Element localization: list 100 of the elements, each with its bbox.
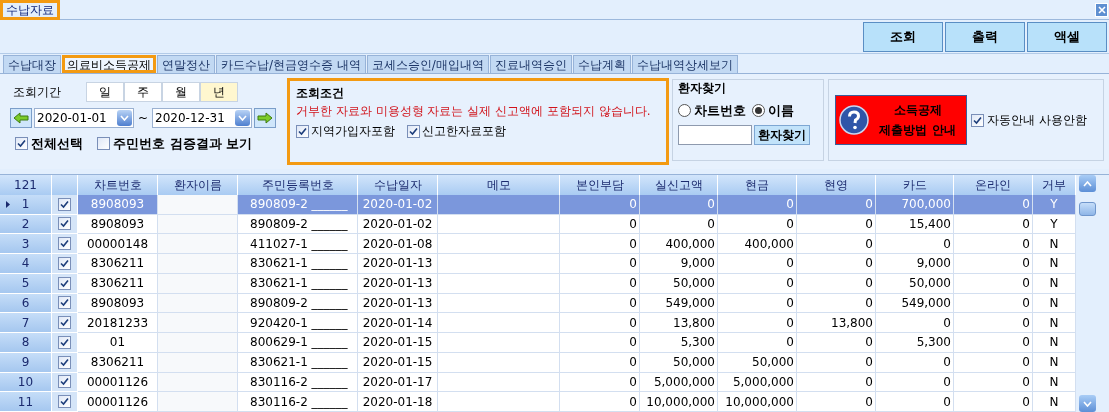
table-cell: 0	[560, 214, 640, 235]
search-button[interactable]: 환자찾기	[754, 124, 810, 145]
checkbox[interactable]	[58, 197, 71, 211]
notice-text: 거부한 자료와 미용성형 자료는 실제 신고액에 포함되지 않습니다.	[296, 103, 652, 120]
column-header[interactable]: 카드	[876, 175, 954, 195]
table-cell: 9,000	[640, 254, 718, 274]
table-cell: 0	[560, 293, 640, 314]
column-header[interactable]: 거부	[1033, 175, 1076, 195]
table-cell: 549,000	[876, 293, 954, 314]
tab[interactable]: 수납내역상세보기	[631, 55, 738, 73]
period-button[interactable]: 주	[124, 82, 162, 102]
row-number: 4	[0, 254, 52, 274]
scroll-thumb[interactable]	[1078, 201, 1096, 216]
close-button[interactable]	[1095, 2, 1108, 17]
previous-button[interactable]	[10, 108, 32, 128]
radio-button[interactable]	[678, 104, 691, 118]
tab[interactable]: 진료내역승인	[489, 55, 572, 73]
column-header[interactable]: 현영	[797, 175, 876, 195]
check-label: 자동안내 사용안함	[987, 112, 1087, 129]
table-row[interactable]: 4 8306211 830621-1 ______ 2020-01-13 0 9,000 0 0 9,000 0 N	[0, 254, 1076, 274]
column-header[interactable]: 차트번호	[78, 175, 158, 195]
table-row[interactable]: 3 00000148 411027-1 ______ 2020-01-08 0 400,000 400,000 0 0 0 N	[0, 234, 1076, 254]
table-row[interactable]: 5 8306211 830621-1 ______ 2020-01-13 0 50,000 0 0 50,000 0 N	[0, 273, 1076, 294]
table-cell: 0	[954, 372, 1033, 393]
table-cell: 50,000	[640, 273, 718, 294]
table-row[interactable]: 2 8908093 890809-2 ______ 2020-01-02 0 0 0 0 15,400 0 Y	[0, 214, 1076, 235]
guide-button[interactable]: 소득공제 제출방법 안내	[835, 95, 967, 145]
tab[interactable]: 카드수납/현금영수증 내역	[216, 55, 366, 73]
scrollbar[interactable]	[1077, 175, 1097, 412]
table-cell: 2020-01-14	[358, 313, 438, 333]
table-cell: 50,000	[718, 352, 797, 373]
checkbox[interactable]	[15, 137, 28, 151]
date-field[interactable]: 2020-12-31	[152, 108, 253, 128]
table-row[interactable]: 8 01 800629-1 ______ 2020-01-15 0 5,300 0 0 5,300 0 N	[0, 333, 1076, 353]
column-header[interactable]: 메모	[438, 175, 560, 195]
checkbox[interactable]	[58, 256, 71, 270]
guide-text: 제출방법 안내	[879, 122, 956, 139]
table-row[interactable]: 1 8908093 890809-2 ______ 2020-01-02 0 0 0 0 700,000 0 Y	[0, 194, 1076, 215]
help-icon	[839, 105, 869, 135]
next-button[interactable]	[254, 108, 277, 128]
tab[interactable]: 코세스승인/매입내역	[366, 55, 489, 73]
tab[interactable]: 수납대장	[3, 55, 61, 73]
column-header[interactable]: 환자이름	[158, 175, 238, 195]
toolbar-button[interactable]: 액셀	[1027, 21, 1107, 52]
period-button[interactable]: 년	[200, 82, 238, 102]
checkbox[interactable]	[58, 316, 71, 330]
row-number: 3	[0, 234, 52, 254]
column-header[interactable]: 온라인	[954, 175, 1033, 195]
search-field[interactable]	[678, 124, 752, 145]
checkbox[interactable]	[58, 355, 71, 369]
table-row[interactable]: 11 00001126 830116-2 ______ 2020-01-18 0 10,000,000 10,000,000 0 0 0 N	[0, 392, 1076, 412]
table-cell: 700,000	[876, 194, 954, 215]
group-title: 조회조건	[296, 85, 345, 102]
tab[interactable]: 연말정산	[157, 55, 215, 73]
checkbox[interactable]	[58, 296, 71, 310]
table-cell: N	[1033, 333, 1076, 353]
checkbox[interactable]	[58, 395, 71, 409]
column-header[interactable]: 본인부담	[560, 175, 640, 195]
date-field[interactable]: 2020-01-01	[34, 108, 134, 128]
toolbar-button[interactable]: 조회	[863, 21, 943, 52]
table-row[interactable]: 7 20181233 920420-1 ______ 2020-01-14 0 13,800 0 13,800 0 0 N	[0, 313, 1076, 333]
period-button[interactable]: 월	[162, 82, 200, 102]
toolbar-button[interactable]: 출력	[945, 21, 1025, 52]
table-cell: 20181233	[78, 313, 158, 333]
table-cell: 0	[797, 234, 876, 254]
checkbox[interactable]	[971, 113, 984, 127]
tab[interactable]: 의료비소득공제	[62, 55, 156, 73]
table-cell: 0	[560, 234, 640, 254]
table-cell: N	[1033, 372, 1076, 393]
column-header[interactable]: 수납일자	[358, 175, 438, 195]
table-cell: 10,000,000	[640, 392, 718, 412]
column-header[interactable]: 실신고액	[640, 175, 718, 195]
checkbox[interactable]	[58, 276, 71, 290]
checkbox[interactable]	[296, 124, 309, 138]
range-separator: ~	[137, 110, 150, 127]
tab[interactable]: 수납계획	[572, 55, 631, 73]
column-header[interactable]: 현금	[718, 175, 797, 195]
table-row[interactable]: 10 00001126 830116-2 ______ 2020-01-17 0 5,000,000 5,000,000 0 0 0 N	[0, 372, 1076, 393]
scroll-up-icon[interactable]	[1078, 175, 1096, 192]
table-cell: 2020-01-02	[358, 214, 438, 235]
checkbox[interactable]	[407, 124, 420, 138]
table-cell: 01	[78, 333, 158, 353]
checkbox[interactable]	[58, 335, 71, 349]
table-row[interactable]: 6 8908093 890809-2 ______ 2020-01-13 0 549,000 0 0 549,000 0 N	[0, 293, 1076, 314]
checkbox[interactable]	[58, 375, 71, 389]
table-cell: 5,300	[640, 333, 718, 353]
table-cell: 0	[560, 352, 640, 373]
radio-label: 차트번호	[694, 102, 746, 120]
table-cell: 0	[954, 333, 1033, 353]
checkbox[interactable]	[97, 137, 110, 151]
table-row[interactable]: 9 8306211 830621-1 ______ 2020-01-15 0 50,000 50,000 0 0 0 N	[0, 352, 1076, 373]
table-cell: 50,000	[640, 352, 718, 373]
radio-button[interactable]	[752, 104, 765, 118]
table-cell: 0	[954, 234, 1033, 254]
table-cell: 0	[560, 392, 640, 412]
checkbox[interactable]	[58, 237, 71, 251]
column-header[interactable]: 주민등록번호	[238, 175, 358, 195]
scroll-down-icon[interactable]	[1078, 395, 1096, 412]
period-button[interactable]: 일	[86, 82, 124, 102]
checkbox[interactable]	[58, 217, 71, 231]
